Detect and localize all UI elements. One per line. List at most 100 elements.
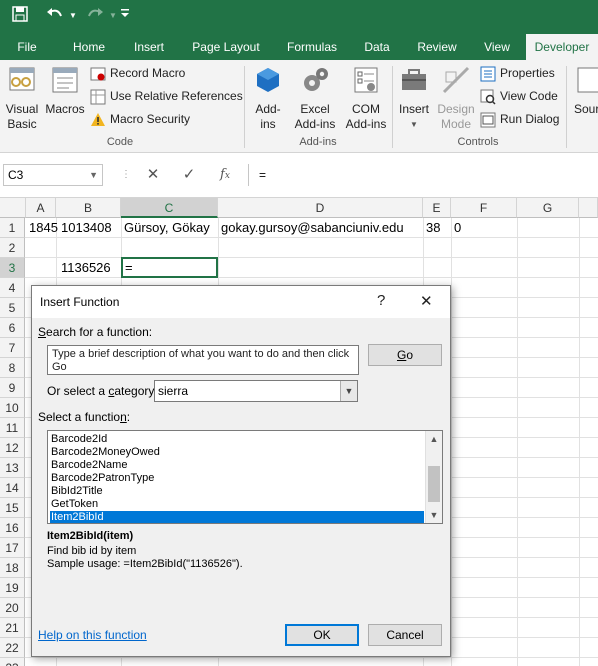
- insert-control-button[interactable]: Insert ▼: [394, 64, 434, 132]
- column-header[interactable]: G: [517, 198, 579, 218]
- confirm-entry-icon[interactable]: ✓: [175, 164, 203, 186]
- function-list-scrollbar[interactable]: ▲ ▼: [425, 431, 442, 523]
- row-header[interactable]: 12: [0, 438, 25, 458]
- row-header[interactable]: 2: [0, 238, 25, 258]
- row-header[interactable]: 3: [0, 258, 25, 278]
- scroll-up-icon[interactable]: ▲: [426, 431, 442, 447]
- row-header[interactable]: 9: [0, 378, 25, 398]
- tab-insert[interactable]: Insert: [126, 34, 172, 60]
- column-header[interactable]: F: [451, 198, 517, 218]
- scrollbar-thumb[interactable]: [428, 466, 440, 502]
- select-all-corner[interactable]: [0, 198, 26, 218]
- tab-page-layout[interactable]: Page Layout: [186, 34, 266, 60]
- row-header[interactable]: 21: [0, 618, 25, 638]
- row-header[interactable]: 20: [0, 598, 25, 618]
- row-header[interactable]: 5: [0, 298, 25, 318]
- tab-view[interactable]: View: [476, 34, 518, 60]
- group-separator: [392, 66, 393, 148]
- tab-developer[interactable]: Developer: [526, 34, 598, 60]
- row-header[interactable]: 14: [0, 478, 25, 498]
- com-add-ins-button[interactable]: COM Add-ins: [340, 64, 392, 132]
- help-icon[interactable]: ?: [377, 292, 385, 309]
- tab-formulas[interactable]: Formulas: [280, 34, 344, 60]
- formula-bar-splitter-icon[interactable]: ⋮: [112, 164, 140, 186]
- function-list-item[interactable]: Barcode2Id: [50, 433, 424, 446]
- formula-input[interactable]: =: [248, 164, 596, 186]
- relative-references-button[interactable]: Use Relative References: [90, 86, 243, 106]
- cell-a1[interactable]: 1845: [26, 218, 58, 238]
- row-header[interactable]: 22: [0, 638, 25, 658]
- row-header[interactable]: 15: [0, 498, 25, 518]
- cell-b3[interactable]: 1136526: [58, 258, 111, 278]
- add-ins-button[interactable]: Add- ins: [248, 64, 288, 132]
- chevron-down-icon[interactable]: ▼: [89, 165, 98, 185]
- row-header[interactable]: 18: [0, 558, 25, 578]
- function-list-item[interactable]: Barcode2MoneyOwed: [50, 446, 424, 459]
- column-header[interactable]: A: [26, 198, 56, 218]
- function-list[interactable]: Barcode2Id Barcode2MoneyOwed Barcode2Nam…: [47, 430, 443, 524]
- save-icon[interactable]: [10, 6, 30, 26]
- properties-button[interactable]: Properties: [480, 63, 555, 83]
- insert-function-icon[interactable]: fx: [211, 164, 239, 186]
- row-header[interactable]: 10: [0, 398, 25, 418]
- help-on-function-link[interactable]: Help on this function: [38, 628, 147, 642]
- function-list-item[interactable]: GetToken: [50, 498, 424, 511]
- row-header[interactable]: 19: [0, 578, 25, 598]
- tab-data[interactable]: Data: [356, 34, 398, 60]
- tab-file[interactable]: File: [8, 34, 46, 60]
- ribbon: Visual Basic Macros Record Macro Use Rel…: [0, 60, 598, 153]
- column-header[interactable]: E: [423, 198, 451, 218]
- design-mode-button[interactable]: Design Mode: [436, 64, 476, 132]
- row-header[interactable]: 4: [0, 278, 25, 298]
- close-icon[interactable]: ✕: [420, 292, 433, 310]
- row-header[interactable]: 16: [0, 518, 25, 538]
- tab-review[interactable]: Review: [410, 34, 464, 60]
- scroll-down-icon[interactable]: ▼: [426, 507, 442, 523]
- column-header[interactable]: B: [56, 198, 121, 218]
- ok-button[interactable]: OK: [285, 624, 359, 646]
- view-code-button[interactable]: View Code: [480, 86, 558, 106]
- row-header[interactable]: 13: [0, 458, 25, 478]
- name-box[interactable]: C3 ▼: [3, 164, 103, 186]
- column-header[interactable]: D: [218, 198, 423, 218]
- redo-icon[interactable]: [84, 6, 106, 26]
- undo-dropdown-icon[interactable]: ▼: [68, 6, 78, 26]
- cell-b1[interactable]: 1013408: [58, 218, 112, 238]
- macro-security-button[interactable]: Macro Security: [90, 109, 190, 129]
- function-list-item[interactable]: Barcode2Name: [50, 459, 424, 472]
- undo-icon[interactable]: [44, 6, 66, 26]
- run-dialog-button[interactable]: Run Dialog: [480, 109, 559, 129]
- active-cell-c3[interactable]: =: [121, 257, 218, 278]
- column-header[interactable]: [579, 198, 598, 218]
- row-header[interactable]: 8: [0, 358, 25, 378]
- row-header[interactable]: 17: [0, 538, 25, 558]
- go-button[interactable]: Go: [368, 344, 442, 366]
- function-list-item[interactable]: Barcode2PatronType: [50, 472, 424, 485]
- macros-button[interactable]: Macros: [44, 64, 86, 117]
- cell-c1[interactable]: Gürsoy, Gökay: [121, 218, 210, 238]
- redo-dropdown-icon[interactable]: ▼: [108, 6, 118, 26]
- cell-e1[interactable]: 38: [423, 218, 440, 238]
- row-header[interactable]: 1: [0, 218, 25, 238]
- column-header[interactable]: C: [121, 198, 218, 218]
- cell-d1[interactable]: gokay.gursoy@sabanciuniv.edu: [218, 218, 404, 238]
- row-header[interactable]: 11: [0, 418, 25, 438]
- chevron-down-icon[interactable]: ▼: [340, 381, 357, 401]
- cell-f1[interactable]: 0: [451, 218, 461, 238]
- record-macro-label: Record Macro: [110, 66, 186, 80]
- record-macro-button[interactable]: Record Macro: [90, 63, 185, 83]
- cancel-entry-icon[interactable]: ✕: [139, 164, 167, 186]
- excel-add-ins-button[interactable]: Excel Add-ins: [290, 64, 340, 132]
- function-list-item[interactable]: BibId2Title: [50, 485, 424, 498]
- visual-basic-button[interactable]: Visual Basic: [2, 64, 42, 132]
- row-header[interactable]: 6: [0, 318, 25, 338]
- tab-home[interactable]: Home: [66, 34, 112, 60]
- cancel-button[interactable]: Cancel: [368, 624, 442, 646]
- category-select[interactable]: sierra ▼: [154, 380, 358, 402]
- customize-qat-icon[interactable]: [118, 6, 132, 26]
- function-list-item-selected[interactable]: Item2BibId: [50, 511, 424, 523]
- search-function-input[interactable]: Type a brief description of what you wan…: [47, 345, 359, 375]
- row-header[interactable]: 7: [0, 338, 25, 358]
- row-header[interactable]: 23: [0, 658, 25, 666]
- source-button[interactable]: Sour: [570, 64, 598, 117]
